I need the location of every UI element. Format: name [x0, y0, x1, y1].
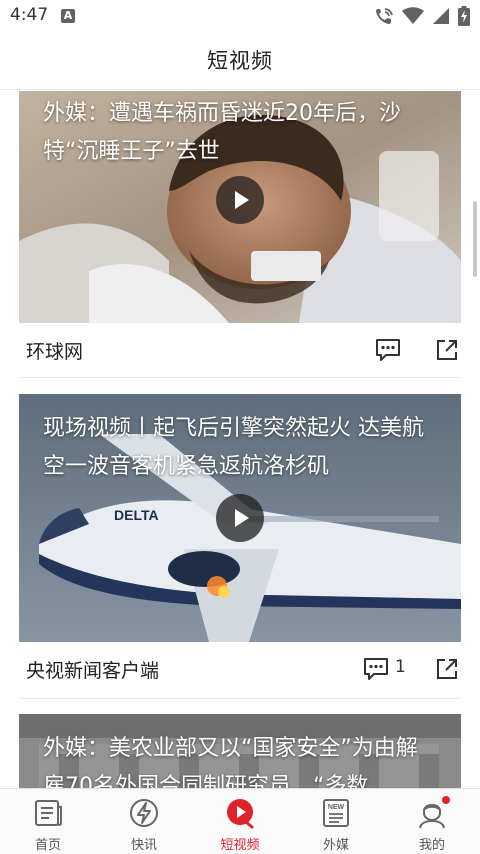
signal-icon	[433, 8, 449, 24]
nav-item-home[interactable]: 首页	[0, 789, 96, 854]
notification-icon: A	[61, 9, 75, 23]
video-title[interactable]: 现场视频丨起飞后引擎突然起火 达美航空一波音客机紧急返航洛杉矶	[43, 410, 439, 486]
divider	[19, 698, 461, 699]
share-button[interactable]	[433, 655, 461, 683]
video-source[interactable]: 环球网	[26, 337, 83, 364]
nav-label: 短视频	[220, 838, 260, 853]
nav-item-mine[interactable]: 我的	[384, 789, 480, 854]
share-icon	[437, 340, 457, 360]
nav-label: 外媒	[322, 838, 349, 853]
play-button[interactable]	[216, 176, 264, 224]
nav-item-flash[interactable]: 快讯	[96, 789, 192, 854]
wifi-icon	[402, 7, 424, 24]
video-thumbnail[interactable]: 外媒：美农业部又以“国家安全”为由解雇70名外国合同制研究员，“多数	[19, 714, 461, 788]
comment-button[interactable]	[362, 656, 390, 682]
nav-item-foreign-media[interactable]: NEW 外媒	[288, 789, 384, 854]
nav-label: 首页	[34, 838, 61, 853]
status-icons	[374, 5, 470, 27]
card-footer: 央视新闻客户端 1	[19, 642, 461, 698]
video-thumbnail[interactable]: DELTA 现场视频丨起飞后引擎突然起火 达美航空一波音客机紧急返航洛杉矶	[19, 394, 461, 642]
nav-item-short-video[interactable]: 短视频	[192, 789, 288, 854]
divider	[19, 377, 461, 378]
share-icon	[437, 659, 457, 679]
comment-button[interactable]	[374, 337, 402, 363]
app-header: 短视频	[0, 32, 480, 90]
scrollbar[interactable]	[473, 201, 477, 277]
video-thumbnail[interactable]: 外媒：遭遇车祸而昏迷近20年后，沙特“沉睡王子”去世	[19, 91, 461, 323]
nav-label: 快讯	[130, 838, 157, 853]
svg-text:NEW: NEW	[328, 804, 345, 811]
new-paper-icon: NEW	[323, 799, 349, 827]
play-icon	[235, 509, 249, 527]
comment-count: 1	[395, 657, 406, 677]
video-title[interactable]: 外媒：遭遇车祸而昏迷近20年后，沙特“沉睡王子”去世	[43, 95, 439, 171]
lightning-icon	[130, 799, 158, 827]
card-footer: 环球网	[19, 323, 461, 379]
notification-badge	[442, 796, 450, 804]
video-feed[interactable]: 外媒：遭遇车祸而昏迷近20年后，沙特“沉睡王子”去世 环球网 DELTA 现场视…	[0, 91, 480, 788]
video-title[interactable]: 外媒：美农业部又以“国家安全”为由解雇70名外国合同制研究员，“多数	[43, 730, 439, 788]
plane-livery: DELTA	[114, 507, 159, 523]
status-bar: 4:47 A	[0, 0, 480, 32]
comment-icon	[376, 339, 400, 361]
video-play-icon	[227, 799, 254, 829]
wifi-call-icon	[376, 8, 393, 24]
nav-label: 我的	[418, 838, 445, 853]
screen: 4:47 A 短视频 外媒：遭遇车祸而昏迷近20年后，沙特“沉睡王子”去世 环球…	[0, 0, 480, 854]
play-button[interactable]	[216, 494, 264, 542]
share-button[interactable]	[433, 336, 461, 364]
video-source[interactable]: 央视新闻客户端	[26, 656, 159, 683]
home-news-icon	[35, 800, 62, 826]
battery-charging-icon	[458, 6, 470, 26]
page-title: 短视频	[207, 49, 273, 73]
play-icon	[235, 191, 249, 209]
status-time: 4:47	[10, 5, 49, 25]
bottom-nav: 首页 快讯 短视频 NEW 外媒 我的	[0, 788, 480, 854]
comment-icon	[364, 658, 388, 680]
